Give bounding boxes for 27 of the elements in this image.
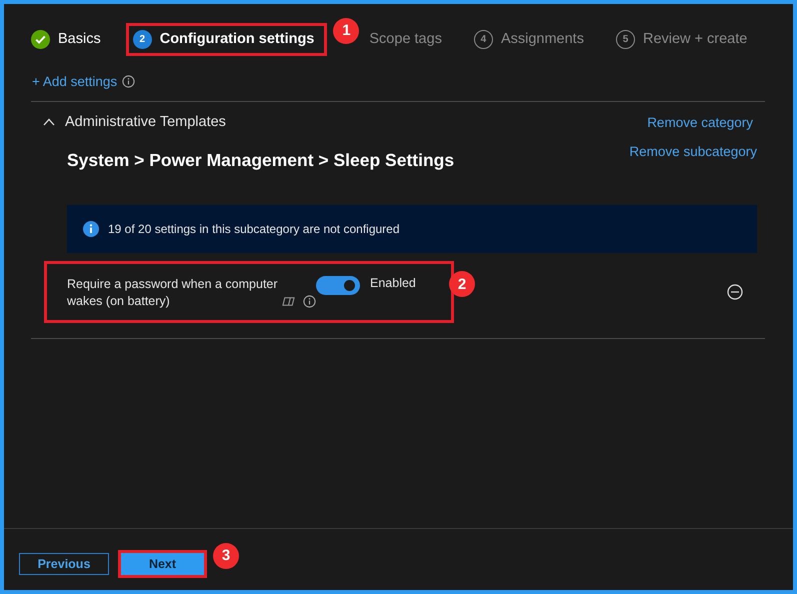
previous-button[interactable]: Previous (19, 552, 109, 574)
toggle-switch[interactable] (316, 276, 360, 295)
info-icon (83, 221, 99, 237)
step-number: 4 (474, 30, 493, 48)
remove-circle-icon[interactable] (727, 284, 743, 300)
check-circle-icon (31, 30, 50, 48)
category-title: Administrative Templates (65, 114, 227, 130)
callout-badge: 1 (333, 18, 360, 44)
step-number: 5 (616, 30, 635, 48)
copilot-icon (282, 295, 295, 308)
info-icon (122, 74, 136, 88)
wizard-step[interactable]: Basics (27, 26, 111, 52)
callout-badge: 3 (213, 542, 239, 568)
callout-badge: 2 (449, 271, 475, 297)
remove-category-link[interactable]: Remove category (647, 114, 753, 130)
info-icon (303, 295, 316, 308)
setting-label: Require a password when a computer wakes (on battery) (67, 276, 278, 310)
wizard-step[interactable]: 4 Assignments (470, 26, 594, 52)
add-settings-link[interactable]: + Add settings (32, 74, 118, 88)
info-message: 19 of 20 settings in this subcategory are not configured (108, 222, 400, 236)
remove-subcategory-link[interactable]: Remove subcategory (629, 144, 757, 171)
toggle-label: Enabled (370, 276, 416, 290)
wizard-step[interactable]: 5 Review + create (612, 26, 758, 52)
wizard-step[interactable]: Scope tags (369, 27, 452, 51)
step-number: 2 (132, 30, 152, 48)
subcategory-title: System > Power Management > Sleep Settings (67, 150, 454, 171)
chevron-up-icon[interactable] (43, 118, 55, 126)
